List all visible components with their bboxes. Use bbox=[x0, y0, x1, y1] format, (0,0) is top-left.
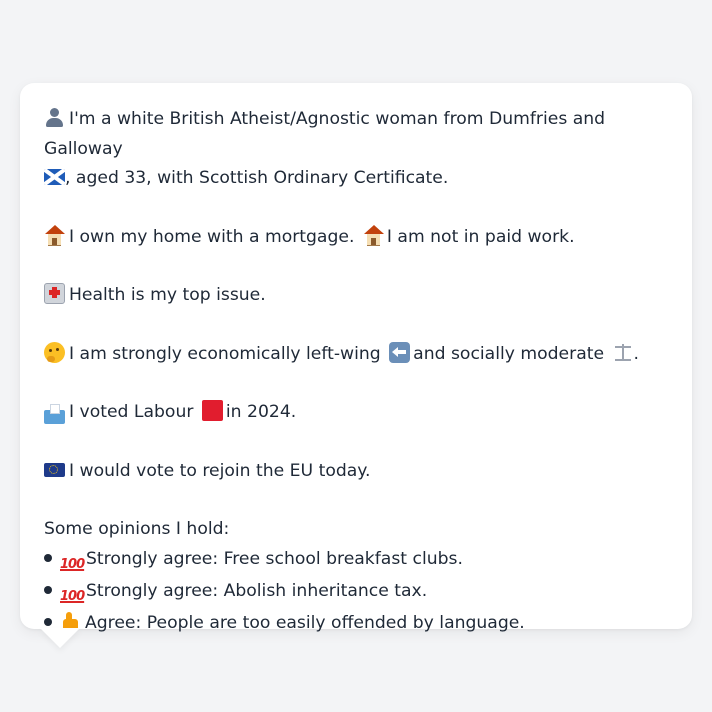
opinions-section: Some opinions I hold: 100 Strongly agree:… bbox=[44, 515, 668, 638]
left-arrow-icon bbox=[389, 341, 411, 363]
housing-paragraph: I own my home with a mortgage. I am not … bbox=[44, 223, 668, 253]
intro-text-1: I'm a white British Atheist/Agnostic wom… bbox=[44, 109, 606, 159]
bullet-icon bbox=[44, 553, 52, 562]
house-icon bbox=[363, 224, 384, 246]
opinion-label: Strongly agree: Abolish inheritance tax. bbox=[86, 580, 428, 601]
hundred-points-icon: 100 bbox=[60, 556, 85, 572]
profile-message-bubble: I'm a white British Atheist/Agnostic wom… bbox=[20, 83, 692, 633]
vote-text-1: I voted Labour bbox=[69, 402, 194, 422]
intro-text-2: , aged 33, with Scottish Ordinary Certif… bbox=[65, 168, 449, 188]
eu-paragraph: I would vote to rejoin the EU today. bbox=[44, 457, 668, 487]
intro-line-2: , aged 33, with Scottish Ordinary Certif… bbox=[44, 164, 668, 194]
opinion-item: 100 Strongly agree: Abolish inheritance t… bbox=[44, 577, 668, 609]
housing-text-1: I own my home with a mortgage. bbox=[69, 226, 355, 247]
opinions-heading: Some opinions I hold: bbox=[44, 519, 230, 539]
ideology-paragraph: I am strongly economically left-wing and… bbox=[44, 340, 668, 370]
intro-line-1: I'm a white British Atheist/Agnostic wom… bbox=[44, 105, 668, 164]
bullet-icon bbox=[44, 617, 52, 626]
intro-paragraph: I'm a white British Atheist/Agnostic wom… bbox=[44, 105, 668, 194]
opinion-item: 100 Strongly agree: Free school breakfast… bbox=[44, 545, 668, 577]
red-square-icon bbox=[201, 400, 223, 421]
ideology-text-3: . bbox=[633, 343, 639, 364]
ideology-text-1: I am strongly economically left-wing bbox=[69, 343, 381, 364]
vote-text-2: in 2024. bbox=[225, 402, 297, 422]
housing-text-2: I am not in paid work. bbox=[386, 226, 575, 247]
hundred-points-icon: 100 bbox=[60, 588, 85, 604]
bullet-icon bbox=[44, 585, 52, 594]
eu-text: I would vote to rejoin the EU today. bbox=[69, 460, 371, 481]
vote-paragraph: I voted Labour in 2024. bbox=[44, 398, 668, 428]
issue-paragraph: Health is my top issue. bbox=[44, 281, 668, 311]
scotland-flag-icon bbox=[44, 169, 65, 185]
opinion-label: Agree: People are too easily offended by… bbox=[85, 612, 525, 633]
ballot-box-icon bbox=[44, 404, 65, 424]
thinking-face-icon bbox=[44, 341, 65, 363]
balance-scale-icon bbox=[613, 342, 634, 363]
eu-flag-icon bbox=[44, 462, 65, 477]
house-icon bbox=[44, 224, 65, 246]
opinion-item: Agree: People are too easily offended by… bbox=[44, 609, 668, 639]
person-silhouette-icon bbox=[44, 107, 65, 128]
issue-text: Health is my top issue. bbox=[69, 285, 266, 305]
opinion-label: Strongly agree: Free school breakfast cl… bbox=[86, 548, 463, 569]
bubble-tail bbox=[40, 628, 80, 648]
hospital-icon bbox=[44, 283, 65, 304]
ideology-text-2: and socially moderate bbox=[413, 343, 605, 364]
